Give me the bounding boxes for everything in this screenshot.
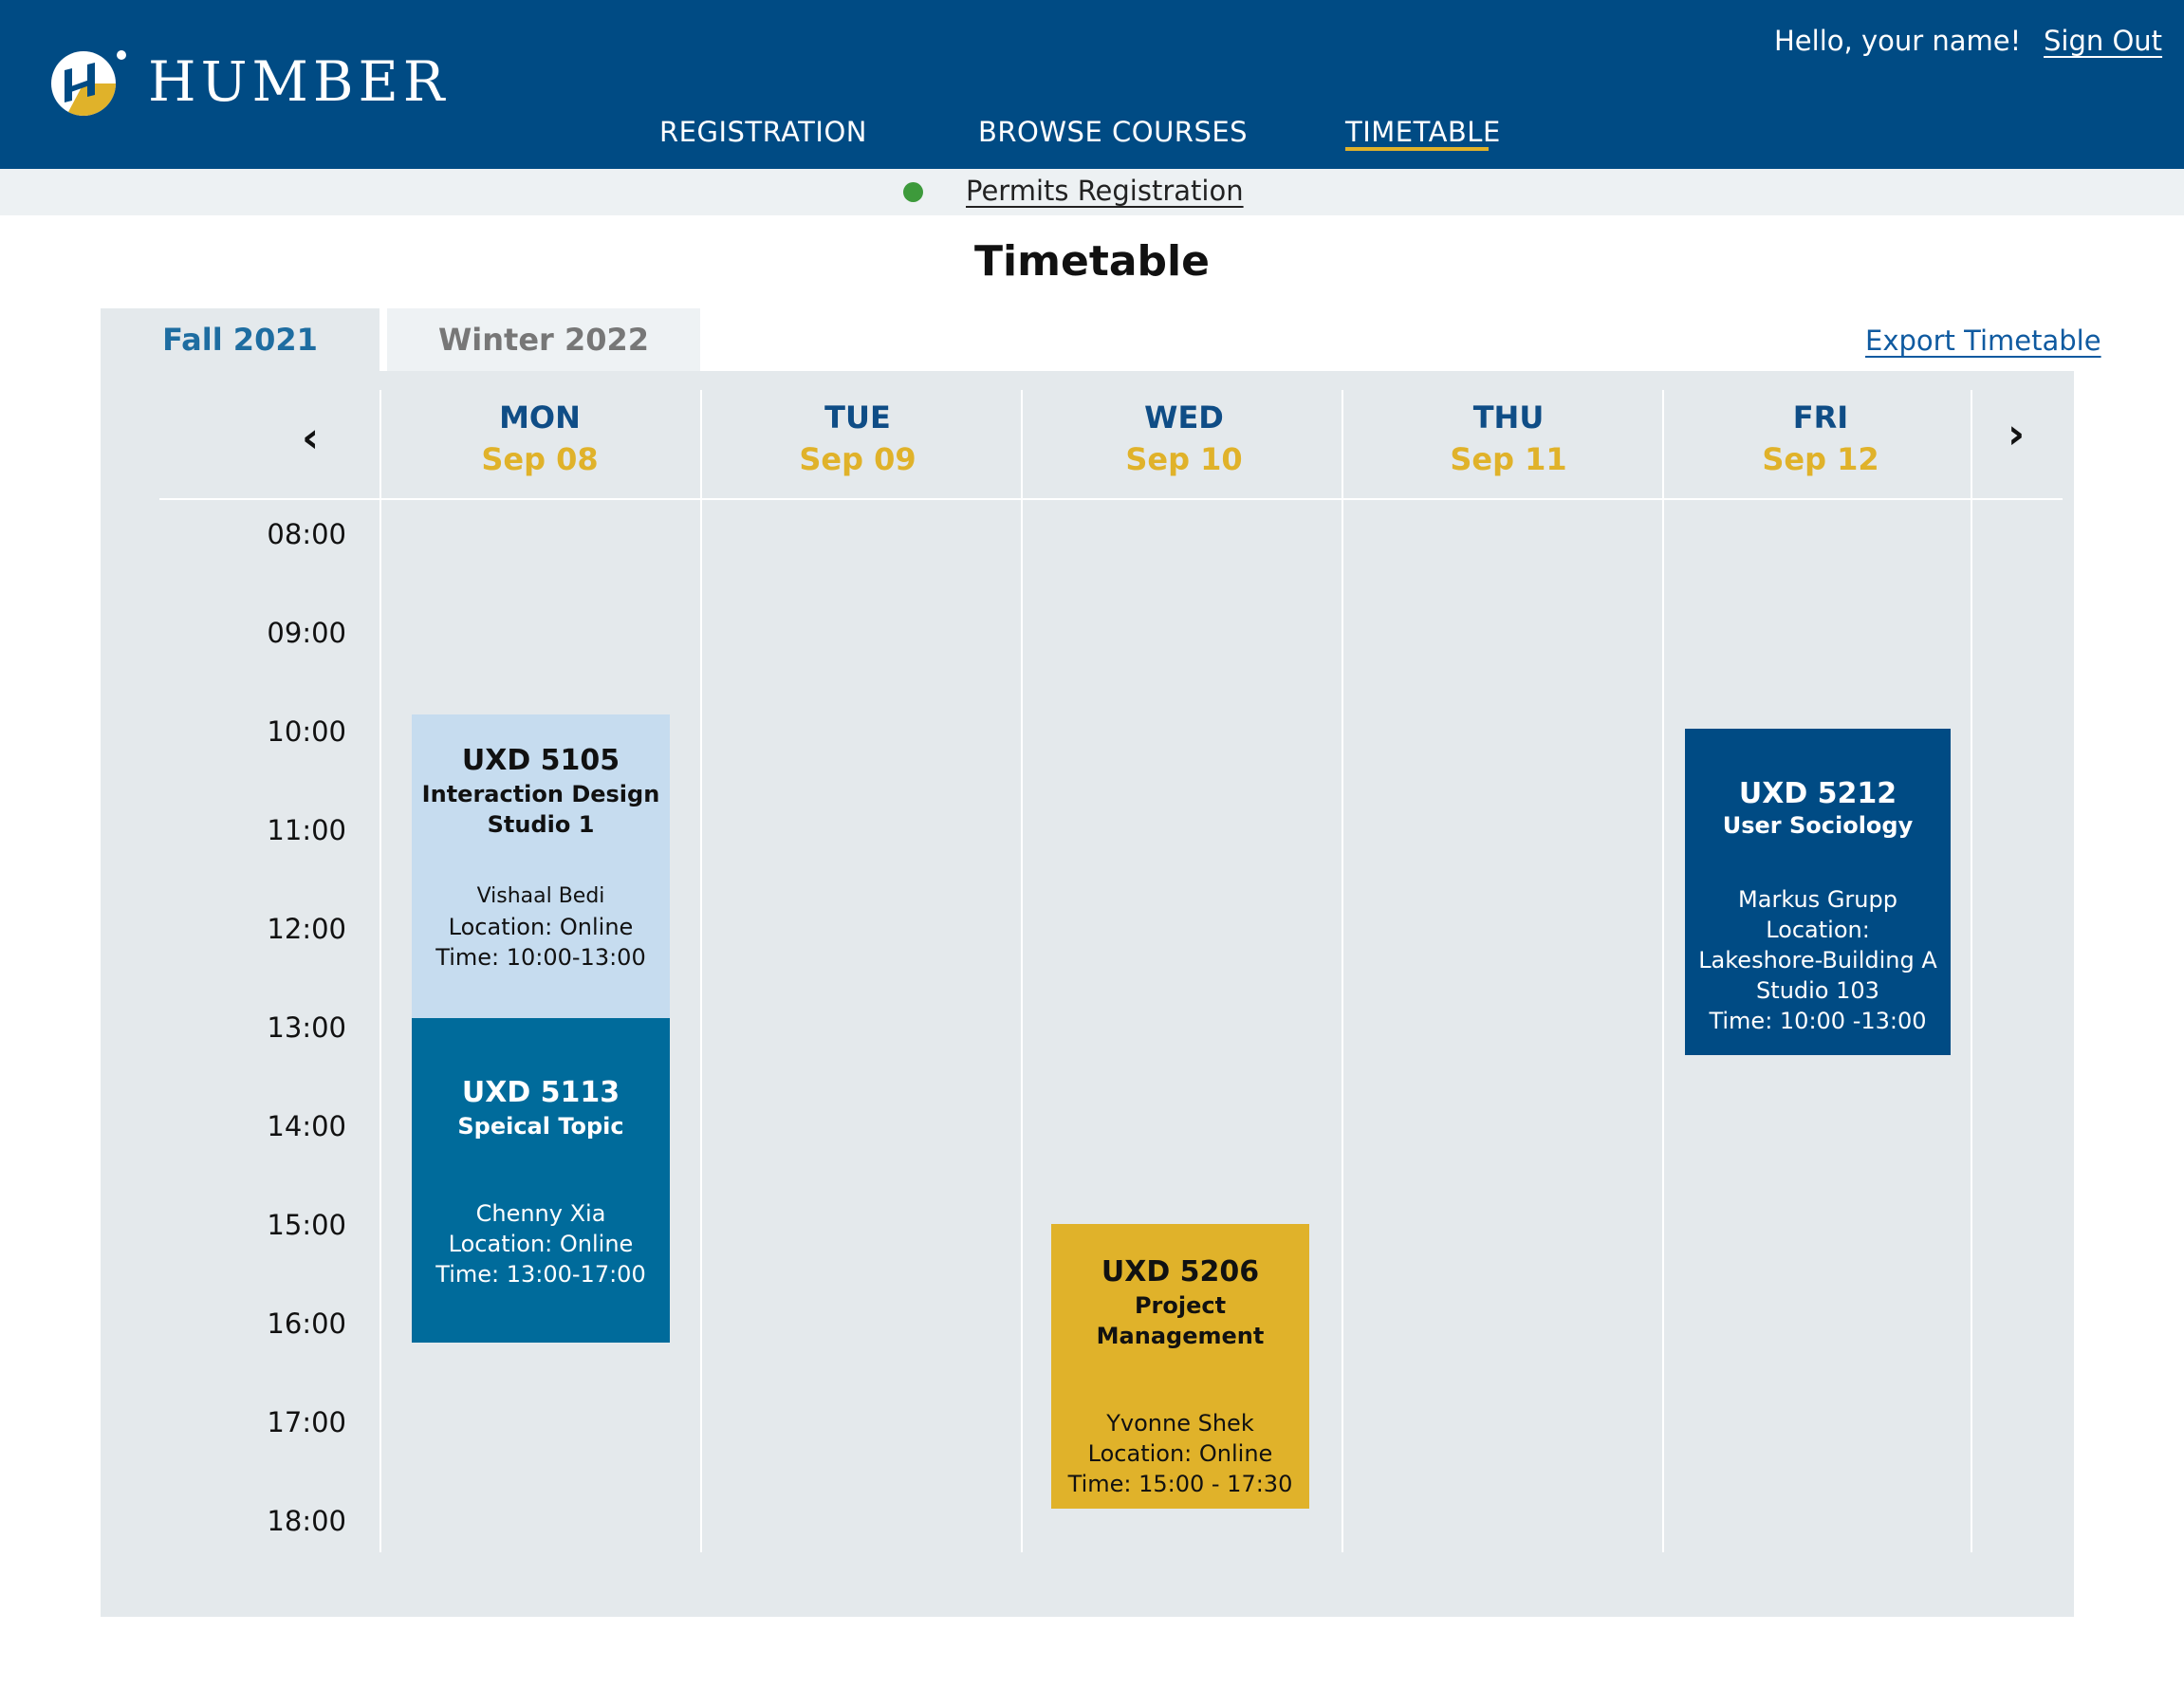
day-name: TUE: [824, 399, 891, 436]
event-code: UXD 5206: [1101, 1255, 1260, 1289]
day-date: Sep 12: [1762, 441, 1879, 477]
chevron-right-icon[interactable]: ›: [2008, 414, 2025, 455]
event-location: Studio 103: [1756, 977, 1879, 1004]
event-instructor: Markus Grupp: [1738, 886, 1897, 913]
nav-active-indicator: [1345, 147, 1489, 151]
event-code: UXD 5105: [461, 744, 620, 777]
humber-logo-icon: [51, 50, 126, 116]
nav-timetable[interactable]: TIMETABLE: [1345, 116, 1501, 148]
tab-winter-2022[interactable]: Winter 2022: [387, 308, 700, 371]
event-name: Studio 1: [487, 811, 595, 838]
event-uxd-5105[interactable]: UXD 5105 Interaction Design Studio 1 Vis…: [412, 714, 670, 1018]
event-name: Project Management: [1096, 1292, 1265, 1349]
tab-fall-2021[interactable]: Fall 2021: [101, 308, 379, 371]
day-date: Sep 10: [1125, 441, 1243, 477]
chevron-left-icon[interactable]: ‹: [302, 417, 319, 459]
column-divider: [1021, 390, 1023, 1552]
column-divider: [379, 390, 381, 1552]
time-label: 17:00: [267, 1406, 346, 1438]
event-instructor: Yvonne Shek: [1106, 1410, 1254, 1437]
time-label: 12:00: [267, 913, 346, 945]
day-header-fri: FRI Sep 12: [1678, 397, 1963, 480]
event-location: Lakeshore-Building A: [1698, 947, 1937, 974]
nav-browse-courses[interactable]: BROWSE COURSES: [978, 116, 1248, 148]
event-time: Time: 13:00-17:00: [435, 1261, 646, 1288]
time-label: 10:00: [267, 715, 346, 748]
status-dot-icon: [903, 182, 923, 202]
day-name: MON: [499, 399, 581, 436]
time-label: 16:00: [267, 1307, 346, 1340]
time-label: 13:00: [267, 1011, 346, 1044]
humber-logo[interactable]: HUMBER: [49, 46, 449, 118]
event-instructor: Vishaal Bedi: [476, 884, 605, 908]
column-divider: [1662, 390, 1664, 1552]
day-date: Sep 11: [1450, 441, 1567, 477]
event-location: Location: Online: [448, 1231, 634, 1257]
day-header-thu: THU Sep 11: [1366, 397, 1651, 480]
export-timetable-link[interactable]: Export Timetable: [1865, 325, 2101, 357]
day-date: Sep 08: [481, 441, 599, 477]
sign-out-link[interactable]: Sign Out: [2044, 25, 2162, 57]
time-label: 14:00: [267, 1110, 346, 1142]
time-label: 08:00: [267, 518, 346, 550]
permits-registration-link[interactable]: Permits Registration: [966, 175, 1244, 207]
time-label: 11:00: [267, 814, 346, 846]
brand-name: HUMBER: [148, 49, 450, 114]
permits-bar: Permits Registration: [0, 169, 2184, 215]
day-header-mon: MON Sep 08: [398, 397, 682, 480]
event-name: Speical Topic: [457, 1113, 624, 1140]
event-uxd-5206[interactable]: UXD 5206 Project Management Yvonne Shek …: [1051, 1224, 1309, 1509]
event-time: Time: 10:00 -13:00: [1709, 1008, 1927, 1034]
day-date: Sep 09: [799, 441, 916, 477]
day-name: WED: [1144, 399, 1224, 436]
time-label: 15:00: [267, 1209, 346, 1241]
event-location: Location: Online: [1087, 1440, 1273, 1467]
day-header-wed: WED Sep 10: [1042, 397, 1326, 480]
event-time: Time: 10:00-13:00: [435, 944, 646, 971]
event-name: User Sociology: [1722, 812, 1914, 839]
event-uxd-5212[interactable]: UXD 5212 User Sociology Markus Grupp Loc…: [1685, 729, 1951, 1055]
event-location: Location: Online: [448, 914, 634, 940]
event-uxd-5113[interactable]: UXD 5113 Speical Topic Chenny Xia Locati…: [412, 1018, 670, 1343]
event-code: UXD 5212: [1738, 777, 1897, 810]
header-divider: [159, 498, 2063, 500]
event-name: Interaction Design: [421, 781, 660, 807]
column-divider: [1971, 390, 1972, 1552]
day-name: THU: [1472, 399, 1545, 436]
top-header: HUMBER Hello, your name! Sign Out REGIST…: [0, 0, 2184, 169]
page-title: Timetable: [974, 237, 1210, 286]
event-time: Time: 15:00 - 17:30: [1067, 1471, 1293, 1497]
event-location: Location:: [1766, 917, 1870, 943]
time-label: 18:00: [267, 1505, 346, 1537]
event-instructor: Chenny Xia: [475, 1200, 606, 1227]
day-name: FRI: [1792, 399, 1849, 436]
day-header-tue: TUE Sep 09: [715, 397, 1000, 480]
time-label: 09:00: [267, 617, 346, 649]
event-code: UXD 5113: [461, 1076, 620, 1109]
column-divider: [1342, 390, 1343, 1552]
column-divider: [700, 390, 702, 1552]
user-greeting: Hello, your name!: [1774, 25, 2022, 57]
nav-registration[interactable]: REGISTRATION: [659, 116, 867, 148]
